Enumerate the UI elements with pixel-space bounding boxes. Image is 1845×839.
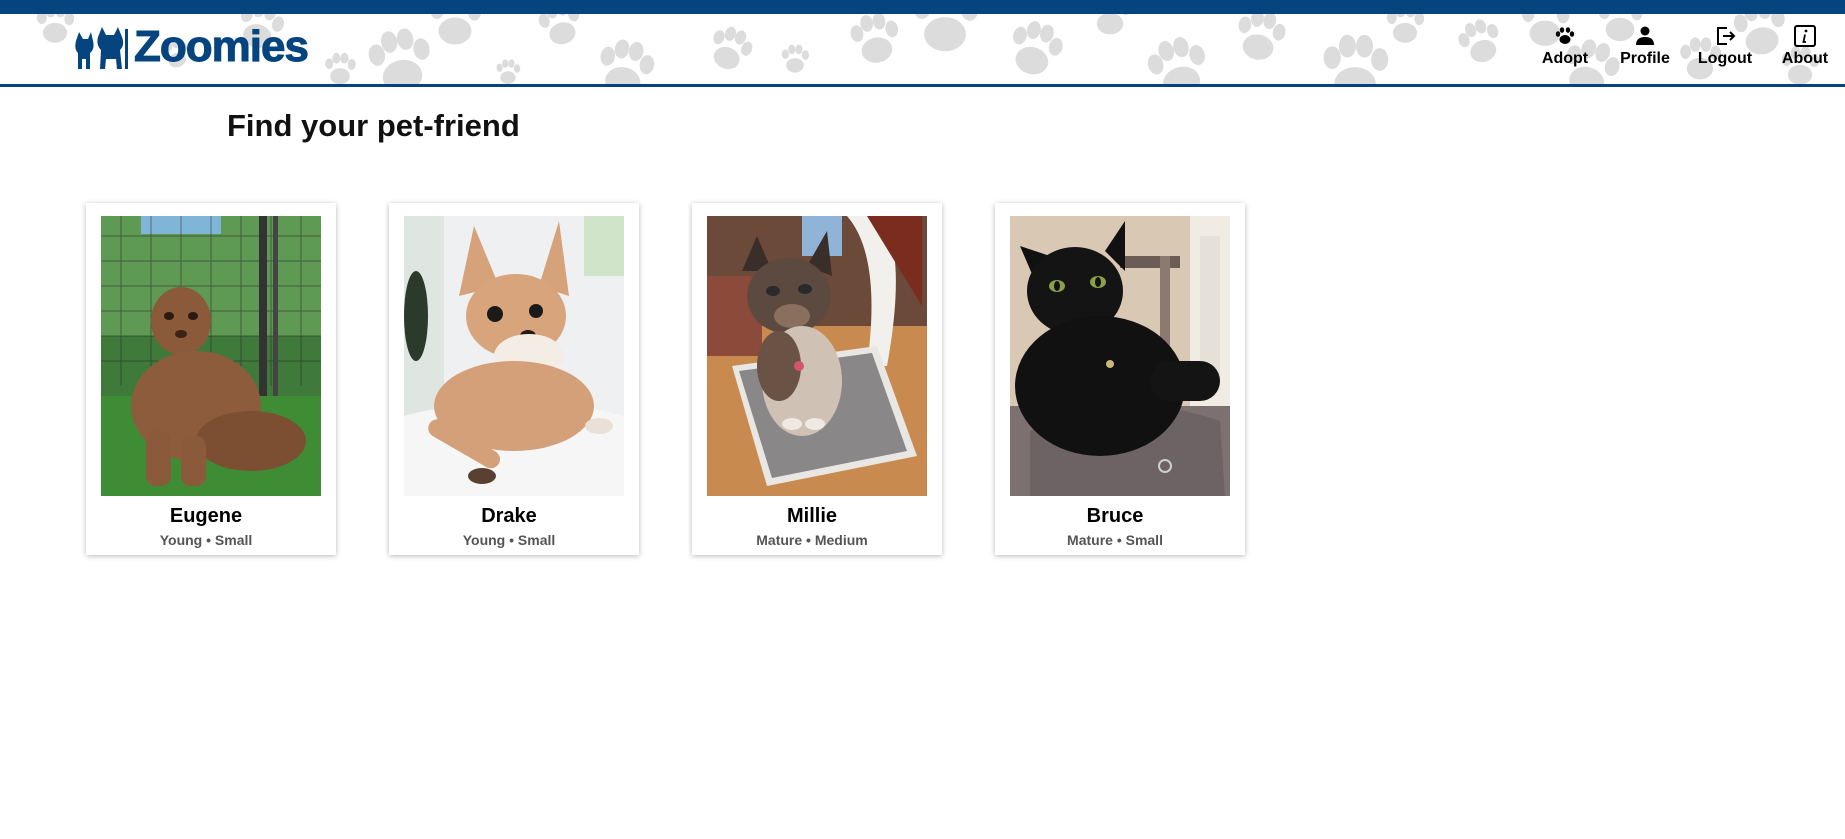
- nav-label-logout: Logout: [1697, 50, 1753, 67]
- site-header: Zoomies Adopt Profile Logout About: [0, 14, 1845, 87]
- pet-name: Eugene: [169, 505, 243, 527]
- pet-photo[interactable]: [1010, 216, 1230, 496]
- pet-photo[interactable]: [707, 216, 927, 496]
- pet-name: Bruce: [1086, 505, 1144, 527]
- nav-item-logout[interactable]: Logout: [1685, 24, 1765, 80]
- pet-card-eugene[interactable]: Eugene Young • Small: [86, 203, 336, 555]
- brand-name: Zoomies: [134, 22, 310, 71]
- nav-label-profile: Profile: [1620, 50, 1670, 67]
- pet-meta: Young • Small: [462, 532, 556, 548]
- logout-icon: [1717, 27, 1736, 45]
- nav-item-profile[interactable]: Profile: [1605, 24, 1685, 80]
- pet-card-millie[interactable]: Millie Mature • Medium: [692, 203, 942, 555]
- pet-card-drake[interactable]: Drake Young • Small: [389, 203, 639, 555]
- pets-logo-icon: [75, 27, 128, 69]
- top-accent-bar: [0, 0, 1845, 14]
- brand-logo[interactable]: Zoomies: [72, 20, 310, 74]
- nav-label-about: About: [1781, 50, 1829, 67]
- main-nav: Adopt Profile Logout About: [1525, 24, 1845, 80]
- nav-label-adopt: Adopt: [1541, 50, 1589, 67]
- pet-photo[interactable]: [101, 216, 321, 496]
- pet-photo[interactable]: [404, 216, 624, 496]
- pet-card-bruce[interactable]: Bruce Mature • Small: [995, 203, 1245, 555]
- page-title: Find your pet-friend: [227, 108, 520, 143]
- pet-meta: Mature • Small: [1067, 532, 1163, 548]
- pet-name: Drake: [481, 505, 537, 527]
- pet-card-grid: Eugene Young • Small Drake Young • Small…: [86, 203, 1245, 555]
- pet-name: Millie: [786, 505, 837, 527]
- person-icon: [1636, 26, 1654, 45]
- nav-item-adopt[interactable]: Adopt: [1525, 24, 1605, 80]
- pet-meta: Young • Small: [159, 532, 253, 548]
- info-icon: [1794, 25, 1816, 47]
- nav-item-about[interactable]: About: [1765, 24, 1845, 80]
- pet-meta: Mature • Medium: [756, 532, 868, 548]
- paw-icon: [1555, 27, 1575, 44]
